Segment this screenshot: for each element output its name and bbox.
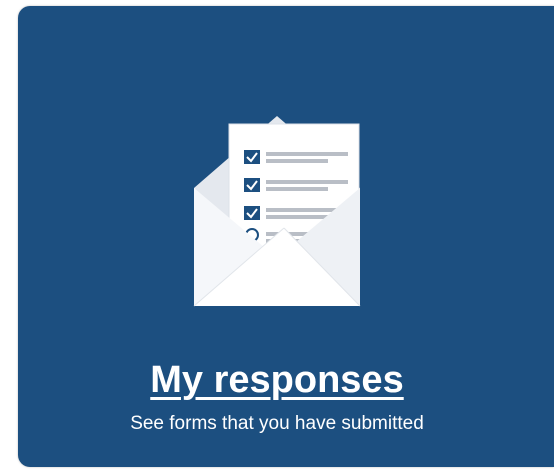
card-title-link[interactable]: My responses: [0, 358, 554, 402]
card-subtitle: See forms that you have submitted: [130, 413, 424, 434]
envelope-with-checklist-icon: [193, 116, 361, 307]
